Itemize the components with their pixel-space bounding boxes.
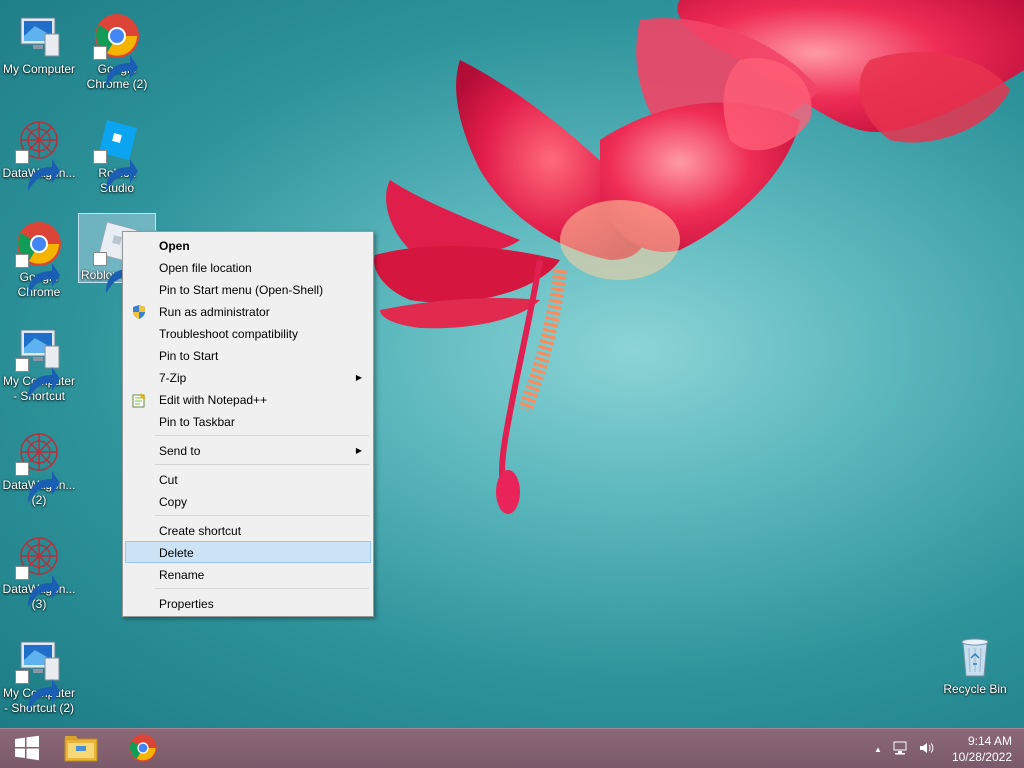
menu-item-label: Create shortcut: [159, 524, 242, 538]
icon-label: My Computer: [2, 62, 76, 76]
menu-item-label: Troubleshoot compatibility: [159, 327, 298, 341]
menu-item-copy[interactable]: Copy: [125, 490, 371, 512]
menu-item-open[interactable]: Open: [125, 234, 371, 256]
menu-item-create-shortcut[interactable]: Create shortcut: [125, 519, 371, 541]
uac-shield-icon: [131, 304, 147, 320]
recycle-bin-icon: [951, 632, 999, 680]
shortcut-arrow-icon: [15, 358, 60, 399]
submenu-arrow-icon: ▶: [355, 373, 362, 382]
shortcut-arrow-icon: [15, 462, 60, 503]
menu-item-edit-with-notepad-plus-plus[interactable]: Edit with Notepad++: [125, 388, 371, 410]
menu-item-7-zip[interactable]: 7-Zip ▶: [125, 366, 371, 388]
shortcut-arrow-icon: [93, 46, 138, 87]
menu-item-properties[interactable]: Properties: [125, 592, 371, 614]
menu-item-cut[interactable]: Cut: [125, 468, 371, 490]
file-explorer-icon: [64, 733, 98, 766]
shortcut-arrow-icon: [93, 252, 138, 293]
start-button[interactable]: [0, 729, 54, 768]
datawagon-icon: [15, 428, 63, 503]
datawagon-icon: [15, 532, 63, 607]
taskbar: ▲ 9:14 AM 10/28/2022: [0, 728, 1024, 768]
chrome-icon: [93, 12, 141, 87]
desktop-icon-datawagon-3[interactable]: DataWagon... (3): [0, 528, 78, 612]
desktop-icon-my-computer-shortcut-2[interactable]: My Computer - Shortcut (2): [0, 632, 78, 716]
menu-item-label: Delete: [159, 546, 194, 560]
notepad-plus-plus-icon: [131, 392, 147, 408]
computer-icon: [15, 12, 63, 60]
menu-item-troubleshoot-compatibility[interactable]: Troubleshoot compatibility: [125, 322, 371, 344]
chrome-icon: [128, 733, 158, 766]
menu-item-label: Pin to Start menu (Open-Shell): [159, 283, 324, 297]
shortcut-arrow-icon: [15, 150, 60, 191]
taskbar-chrome[interactable]: [116, 729, 170, 768]
menu-item-run-as-administrator[interactable]: Run as administrator: [125, 300, 371, 322]
computer-icon: [15, 636, 63, 711]
menu-item-pin-to-start[interactable]: Pin to Start: [125, 344, 371, 366]
menu-item-pin-to-start-menu-open-shell[interactable]: Pin to Start menu (Open-Shell): [125, 278, 371, 300]
shortcut-arrow-icon: [15, 254, 60, 295]
menu-item-label: Cut: [159, 473, 178, 487]
menu-item-label: Edit with Notepad++: [159, 393, 268, 407]
desktop-icon-google-chrome[interactable]: Google Chrome: [0, 216, 78, 300]
taskbar-file-explorer[interactable]: [54, 729, 108, 768]
menu-item-label: Run as administrator: [159, 305, 270, 319]
menu-separator: [155, 435, 369, 436]
menu-item-label: Open file location: [159, 261, 252, 275]
desktop-icon-datawagon[interactable]: DataWagon...: [0, 112, 78, 191]
submenu-arrow-icon: ▶: [355, 446, 362, 455]
taskbar-clock[interactable]: 9:14 AM 10/28/2022: [932, 733, 1012, 765]
desktop-icon-datawagon-2[interactable]: DataWagon... (2): [0, 424, 78, 508]
roblox-studio-icon: [93, 116, 141, 191]
menu-separator: [155, 588, 369, 589]
shortcut-arrow-icon: [93, 150, 138, 191]
clock-date: 10/28/2022: [951, 750, 1012, 764]
desktop-icon-my-computer[interactable]: My Computer: [0, 8, 78, 77]
clock-time: 9:14 AM: [967, 734, 1012, 748]
shortcut-arrow-icon: [15, 670, 60, 711]
computer-icon: [15, 324, 63, 399]
context-menu: Open Open file location Pin to Start men…: [122, 231, 374, 617]
menu-item-label: Open: [159, 239, 190, 253]
menu-item-label: 7-Zip: [159, 371, 187, 385]
network-icon[interactable]: [892, 740, 908, 759]
shortcut-arrow-icon: [15, 566, 60, 607]
menu-item-send-to[interactable]: Send to ▶: [125, 439, 371, 461]
menu-item-rename[interactable]: Rename: [125, 563, 371, 585]
icon-label: Recycle Bin: [943, 682, 1007, 696]
desktop-icon-roblox-studio[interactable]: Roblox Studio: [78, 112, 156, 196]
desktop-icon-recycle-bin[interactable]: Recycle Bin: [936, 628, 1014, 697]
chrome-icon: [15, 220, 63, 295]
menu-item-label: Copy: [159, 495, 188, 509]
menu-item-label: Send to: [159, 444, 201, 458]
windows-logo-icon: [14, 735, 40, 764]
menu-item-delete[interactable]: Delete: [125, 541, 371, 563]
menu-item-pin-to-taskbar[interactable]: Pin to Taskbar: [125, 410, 371, 432]
menu-separator: [155, 464, 369, 465]
menu-item-label: Pin to Start: [159, 349, 219, 363]
desktop-icon-my-computer-shortcut[interactable]: My Computer - Shortcut: [0, 320, 78, 404]
menu-item-label: Pin to Taskbar: [159, 415, 235, 429]
desktop-icon-google-chrome-2[interactable]: Google Chrome (2): [78, 8, 156, 92]
menu-item-label: Properties: [159, 597, 214, 611]
tray-overflow-arrow-icon[interactable]: ▲: [874, 745, 882, 754]
menu-item-label: Rename: [159, 568, 205, 582]
menu-item-open-file-location[interactable]: Open file location: [125, 256, 371, 278]
menu-separator: [155, 515, 369, 516]
datawagon-icon: [15, 116, 63, 191]
